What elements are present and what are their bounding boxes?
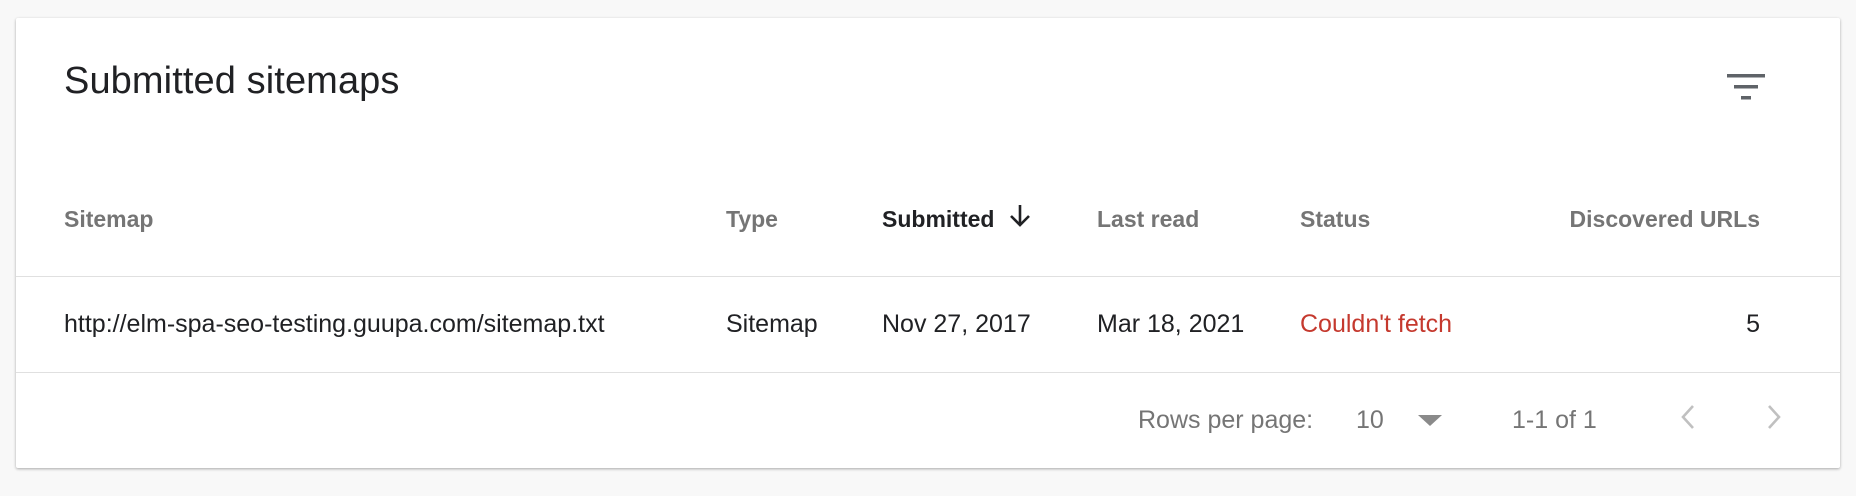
filter-list-icon [1727,74,1765,100]
submitted-date-cell: Nov 27, 2017 [882,310,1031,338]
column-header-submitted[interactable]: Submitted [882,178,1032,260]
sitemap-url-cell: http://elm-spa-seo-testing.guupa.com/sit… [64,310,605,338]
dropdown-caret-icon [1417,415,1442,426]
filter-button[interactable] [1720,64,1772,110]
pagination-footer: Rows per page: 10 1-1 of 1 [16,373,1840,468]
column-header-status[interactable]: Status [1300,178,1370,260]
previous-page-button[interactable] [1666,373,1710,468]
type-cell: Sitemap [726,310,818,338]
rows-per-page-label: Rows per page: [1138,406,1314,434]
discovered-urls-cell: 5 [1746,310,1760,338]
table-row[interactable]: http://elm-spa-seo-testing.guupa.com/sit… [16,277,1840,373]
column-header-sitemap[interactable]: Sitemap [64,178,153,260]
card-title: Submitted sitemaps [64,60,400,102]
last-read-date-cell: Mar 18, 2021 [1097,310,1245,338]
chevron-left-icon [1680,404,1696,437]
pagination-range: 1-1 of 1 [1512,406,1597,434]
table-header-row: Sitemap Type Submitted Last read Status … [16,178,1840,277]
rows-per-page-select[interactable]: 10 [1356,373,1442,468]
column-header-last-read[interactable]: Last read [1097,178,1199,260]
column-header-type[interactable]: Type [726,178,778,260]
column-header-discovered-urls[interactable]: Discovered URLs [1516,178,1760,260]
chevron-right-icon [1766,404,1782,437]
status-cell: Couldn't fetch [1300,310,1453,338]
arrow-down-icon [1008,203,1032,235]
submitted-sitemaps-card: Submitted sitemaps Sitemap Type Submitte… [16,18,1840,468]
rows-per-page-value: 10 [1356,406,1384,434]
next-page-button[interactable] [1752,373,1796,468]
